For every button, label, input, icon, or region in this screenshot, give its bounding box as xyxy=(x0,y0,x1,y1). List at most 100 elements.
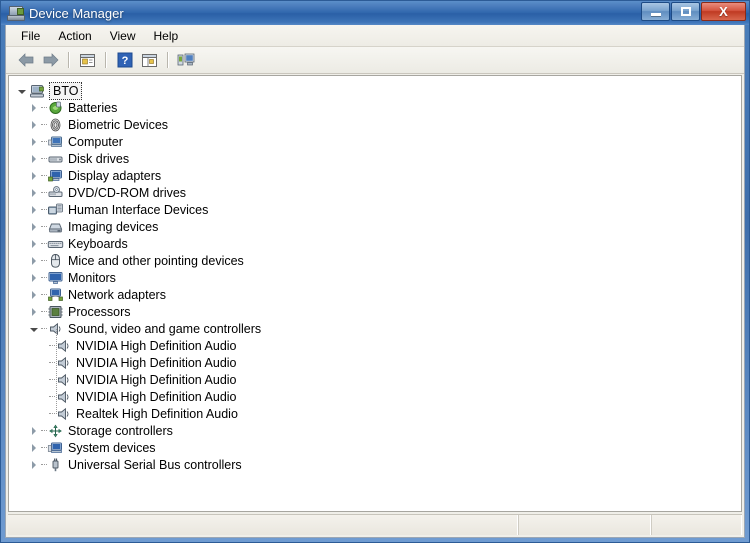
tree-node[interactable]: Display adapters xyxy=(9,167,741,184)
help-button[interactable]: ? xyxy=(113,49,136,71)
status-pane-tertiary xyxy=(652,515,742,535)
tree-node-label: Computer xyxy=(68,134,123,149)
tree-node[interactable]: Processors xyxy=(9,303,741,320)
speaker-icon xyxy=(58,356,69,369)
computer-small-icon xyxy=(48,136,62,147)
fingerprint-icon xyxy=(50,118,61,131)
tree-node[interactable]: Monitors xyxy=(9,269,741,286)
tree-twisty-expanded[interactable] xyxy=(27,320,41,337)
tree-node-label: Mice and other pointing devices xyxy=(68,253,244,268)
device-tree-panel[interactable]: BTO Batteries Biometric Devices Computer Dis… xyxy=(8,75,742,512)
tree-node[interactable]: Computer xyxy=(9,133,741,150)
tree-node[interactable]: Mice and other pointing devices xyxy=(9,252,741,269)
back-arrow-icon xyxy=(18,53,33,67)
speaker-icon xyxy=(55,355,72,371)
menu-action[interactable]: Action xyxy=(49,27,100,45)
disk-drive-icon xyxy=(48,156,63,162)
tree-node[interactable]: NVIDIA High Definition Audio xyxy=(9,371,741,388)
tree-twisty-collapsed[interactable] xyxy=(27,218,41,235)
tree-twisty-expanded[interactable] xyxy=(15,82,29,99)
back-button[interactable] xyxy=(14,49,37,71)
speaker-icon xyxy=(58,373,69,386)
maximize-icon xyxy=(680,7,691,16)
tree-node-label: Biometric Devices xyxy=(68,117,169,132)
tree-node[interactable]: System devices xyxy=(9,439,741,456)
tree-node[interactable]: DVD/CD-ROM drives xyxy=(9,184,741,201)
tree-twisty-collapsed[interactable] xyxy=(27,133,41,150)
tree-node-label: NVIDIA High Definition Audio xyxy=(76,372,237,387)
tree-node-root[interactable]: BTO xyxy=(9,81,741,100)
tree-twisty-collapsed[interactable] xyxy=(27,150,41,167)
maximize-button[interactable] xyxy=(671,2,700,21)
menu-file[interactable]: File xyxy=(12,27,49,45)
tree-node[interactable]: NVIDIA High Definition Audio xyxy=(9,337,741,354)
tree-node[interactable]: NVIDIA High Definition Audio xyxy=(9,388,741,405)
tree-node[interactable]: Disk drives xyxy=(9,150,741,167)
status-pane-secondary xyxy=(519,515,652,535)
display-adapter-icon xyxy=(47,168,64,184)
tree-node-label: Display adapters xyxy=(68,168,162,183)
tree-node[interactable]: Batteries xyxy=(9,99,741,116)
close-button[interactable]: X xyxy=(701,2,746,21)
scan-hardware-icon xyxy=(177,53,195,66)
speaker-icon xyxy=(55,406,72,422)
monitor-icon xyxy=(48,271,63,284)
optical-drive-icon xyxy=(48,185,63,197)
tree-node-label: Network adapters xyxy=(68,287,166,302)
tree-twisty-collapsed[interactable] xyxy=(27,422,41,439)
battery-icon xyxy=(47,100,64,116)
tree-node[interactable]: Biometric Devices xyxy=(9,116,741,133)
minimize-icon xyxy=(650,13,661,16)
tree-twisty-collapsed[interactable] xyxy=(27,184,41,201)
tree-node[interactable]: Network adapters xyxy=(9,286,741,303)
tree-node[interactable]: Keyboards xyxy=(9,235,741,252)
keyboard-icon xyxy=(47,240,64,248)
status-pane-main xyxy=(8,515,519,535)
svg-text:?: ? xyxy=(121,55,128,67)
tree-twisty-collapsed[interactable] xyxy=(27,235,41,252)
tree-twisty-collapsed[interactable] xyxy=(27,439,41,456)
tree-twisty-collapsed[interactable] xyxy=(27,286,41,303)
title-bar[interactable]: Device Manager X xyxy=(1,1,749,25)
tree-twisty-collapsed[interactable] xyxy=(27,269,41,286)
hid-icon xyxy=(48,203,63,214)
tree-node[interactable]: Sound, video and game controllers xyxy=(9,320,741,337)
computer-small-icon xyxy=(47,134,64,150)
tree-node[interactable]: Realtek High Definition Audio xyxy=(9,405,741,422)
tree-twisty-collapsed[interactable] xyxy=(27,99,41,116)
forward-button[interactable] xyxy=(39,49,62,71)
keyboard-icon xyxy=(47,236,64,252)
show-hide-console-tree-button[interactable] xyxy=(138,49,161,71)
mouse-icon xyxy=(51,253,60,268)
imaging-device-icon xyxy=(47,219,64,235)
properties-button[interactable] xyxy=(76,49,99,71)
usb-icon xyxy=(47,457,64,473)
tree-twisty-collapsed[interactable] xyxy=(27,201,41,218)
display-adapter-icon xyxy=(48,169,62,181)
computer-icon xyxy=(29,83,46,99)
tree-node[interactable]: Universal Serial Bus controllers xyxy=(9,456,741,473)
tree-twisty-collapsed[interactable] xyxy=(27,456,41,473)
monitor-icon xyxy=(47,270,64,286)
tree-node-label: Human Interface Devices xyxy=(68,202,209,217)
tree-node[interactable]: Storage controllers xyxy=(9,422,741,439)
tree-twisty-collapsed[interactable] xyxy=(27,303,41,320)
hid-icon xyxy=(47,202,64,218)
tree-node[interactable]: Human Interface Devices xyxy=(9,201,741,218)
system-device-icon xyxy=(47,442,62,453)
tree-node[interactable]: Imaging devices xyxy=(9,218,741,235)
menu-help[interactable]: Help xyxy=(145,27,188,45)
tree-node-label: Imaging devices xyxy=(68,219,159,234)
speaker-icon xyxy=(58,339,69,352)
tree-twisty-collapsed[interactable] xyxy=(27,252,41,269)
tree-twisty-collapsed[interactable] xyxy=(27,116,41,133)
scan-hardware-changes-button[interactable] xyxy=(175,49,198,71)
tree-node-label: NVIDIA High Definition Audio xyxy=(76,355,237,370)
tree-node-label: NVIDIA High Definition Audio xyxy=(76,389,237,404)
speaker-icon xyxy=(55,338,72,354)
tree-node[interactable]: NVIDIA High Definition Audio xyxy=(9,354,741,371)
minimize-button[interactable] xyxy=(641,2,670,21)
toolbar: ? xyxy=(6,47,744,74)
tree-twisty-collapsed[interactable] xyxy=(27,167,41,184)
menu-view[interactable]: View xyxy=(101,27,145,45)
